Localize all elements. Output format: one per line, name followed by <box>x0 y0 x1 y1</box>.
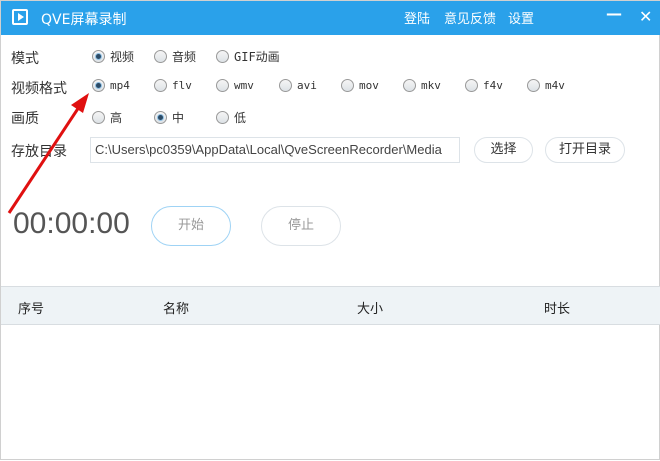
annotation-arrow-icon <box>7 93 89 214</box>
